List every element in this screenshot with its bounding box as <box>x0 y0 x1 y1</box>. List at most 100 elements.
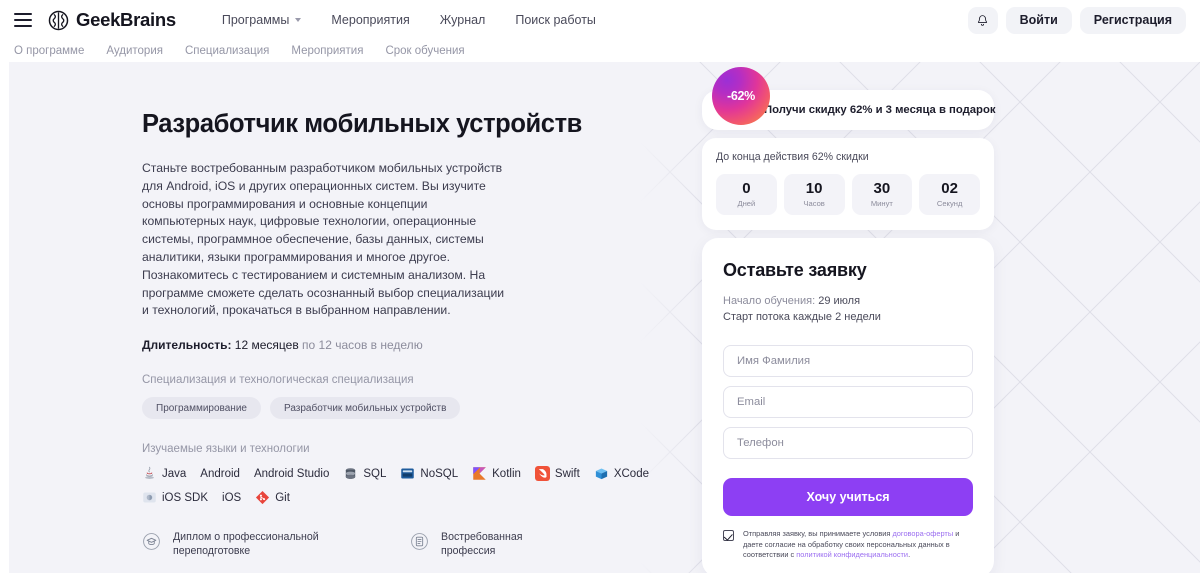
duration-extra: по 12 часов в неделю <box>302 338 423 353</box>
tech-label: Android Studio <box>253 467 330 480</box>
tech-nosql: NoSQL <box>400 466 458 481</box>
swift-icon <box>534 466 550 482</box>
header-top-bar: GeekBrains Программы Мероприятия Журнал … <box>0 0 1200 40</box>
main-navigation: Программы Мероприятия Журнал Поиск работ… <box>222 13 596 27</box>
nav-item-journal[interactable]: Журнал <box>440 13 486 27</box>
java-icon <box>145 466 154 480</box>
program-benefits: Диплом о профессиональной переподготовке… <box>142 531 700 573</box>
chip-mobile-developer[interactable]: Разработчик мобильных устройств <box>269 397 461 420</box>
submit-button[interactable]: Хочу учиться <box>723 478 973 516</box>
benefit-text: Диплом о профессиональной переподготовке <box>173 531 319 558</box>
form-subtitle: Начало обучения: 29 июля Старт потока ка… <box>723 293 973 325</box>
countdown-unit: Секунд <box>936 199 963 208</box>
offer-agreement-link[interactable]: договора-оферты <box>892 529 953 538</box>
geekbrains-brain-icon <box>48 10 69 30</box>
specialization-label: Специализация и технологическая специали… <box>142 374 414 387</box>
tech-android-studio: Android Studio <box>254 468 329 480</box>
tech-label: XCode <box>613 467 649 480</box>
consent-checkbox[interactable] <box>723 530 734 541</box>
consent-text: Отправляя заявку, вы принимаете условия … <box>743 529 973 561</box>
nav-item-events[interactable]: Мероприятия <box>331 13 409 27</box>
benefit-line-2: переподготовке <box>173 544 251 557</box>
technologies-row-1: Java Android Android Studio SQL NoSQL Ko… <box>142 466 700 482</box>
start-date-value: 29 июля <box>818 295 861 307</box>
subnav-item-duration[interactable]: Срок обучения <box>385 45 464 57</box>
tech-label: NoSQL <box>420 467 459 480</box>
discount-badge: -62% <box>712 67 770 125</box>
countdown-cells: 0 Дней 10 Часов 30 Минут 02 Секунд <box>716 174 980 215</box>
consent-row: Отправляя заявку, вы принимаете условия … <box>723 529 973 561</box>
nav-item-label: Мероприятия <box>331 13 410 27</box>
email-input[interactable] <box>723 386 973 418</box>
benefit-line-2: профессия <box>441 544 496 557</box>
duration-line: Длительность: 12 месяцев по 12 часов в н… <box>142 338 700 352</box>
nav-item-label: Программы <box>221 13 290 27</box>
consent-part-1: Отправляя заявку, вы принимаете условия <box>743 529 893 538</box>
phone-input[interactable] <box>723 427 973 459</box>
notifications-button[interactable] <box>967 6 998 34</box>
hamburger-icon[interactable] <box>14 13 32 27</box>
register-button[interactable]: Регистрация <box>1079 6 1186 34</box>
hero-section: Разработчик мобильных устройств Станьте … <box>0 62 1200 573</box>
countdown-value: 10 <box>805 180 823 197</box>
promo-text: Получи скидку 62% и 3 месяца в подарок <box>764 104 996 116</box>
privacy-policy-link[interactable]: политикой конфиденциальности <box>796 550 908 559</box>
specialization-chips: Программирование Разработчик мобильных у… <box>142 397 700 420</box>
stream-info: Старт потока каждые 2 недели <box>723 311 881 323</box>
countdown-unit: Минут <box>870 199 893 208</box>
sql-icon <box>346 468 356 479</box>
countdown-title: До конца действия 62% скидки <box>716 151 869 163</box>
tech-sql: SQL <box>343 466 386 481</box>
diploma-icon <box>143 533 160 551</box>
subnav-item-events[interactable]: Мероприятия <box>291 45 363 57</box>
login-button[interactable]: Войти <box>1005 6 1072 34</box>
duration-value: 12 месяцев <box>234 338 299 353</box>
countdown-unit: Дней <box>737 199 756 208</box>
tech-ios: iOS <box>222 492 241 504</box>
specialization-block: Специализация и технологическая специали… <box>142 374 700 420</box>
technologies-row-2: iOS SDK iOS Git <box>142 490 700 505</box>
nav-item-programs[interactable]: Программы <box>222 13 302 27</box>
countdown-value: 30 <box>873 180 891 197</box>
countdown-hours: 10 Часов <box>783 174 845 215</box>
tech-kotlin: Kotlin <box>472 466 521 481</box>
subnav-item-specialization[interactable]: Специализация <box>185 45 269 57</box>
tech-java: Java <box>142 466 186 481</box>
name-input[interactable] <box>723 345 973 377</box>
tech-label: Git <box>275 491 290 504</box>
tech-label: Swift <box>554 467 580 480</box>
brand-logo-link[interactable]: GeekBrains <box>48 9 176 31</box>
countdown-days: 0 Дней <box>716 174 777 215</box>
countdown-value: 0 <box>742 180 751 197</box>
benefit-line-1: Диплом о профессиональной <box>173 531 319 544</box>
tech-label: iOS SDK <box>162 491 209 504</box>
ios-sdk-icon <box>143 492 156 503</box>
chip-programming[interactable]: Программирование <box>142 397 261 420</box>
promo-banner[interactable]: -62% Получи скидку 62% и 3 месяца в пода… <box>702 67 996 130</box>
document-icon <box>411 533 428 551</box>
countdown-minutes: 30 Минут <box>851 174 913 215</box>
countdown-seconds: 02 Секунд <box>919 174 980 215</box>
duration-label: Длительность: <box>142 338 232 353</box>
subnav-item-about[interactable]: О программе <box>14 45 84 57</box>
nav-item-job-search[interactable]: Поиск работы <box>515 13 596 27</box>
benefit-text: Востребованная профессия <box>441 531 522 558</box>
program-description: Станьте востребованным разработчиком моб… <box>142 161 505 318</box>
tech-android: Android <box>200 468 240 480</box>
consent-part-3: . <box>908 550 911 560</box>
nav-item-label: Поиск работы <box>515 13 596 27</box>
hero-left-column: Разработчик мобильных устройств Станьте … <box>0 62 700 573</box>
application-form-card: Оставьте заявку Начало обучения: 29 июля… <box>702 238 994 573</box>
start-date-label: Начало обучения: <box>723 295 816 307</box>
technologies-label: Изучаемые языки и технологии <box>142 443 310 456</box>
tech-label: Android <box>200 467 240 480</box>
nosql-icon <box>401 468 415 479</box>
bell-icon <box>978 14 988 26</box>
git-icon <box>256 491 270 505</box>
subnav-item-audience[interactable]: Аудитория <box>106 45 163 57</box>
section-subnav: О программе Аудитория Специализация Меро… <box>0 40 1200 62</box>
countdown-unit: Часов <box>803 199 825 208</box>
header-actions: Войти Регистрация <box>967 6 1186 34</box>
tech-label: iOS <box>222 491 242 504</box>
form-title: Оставьте заявку <box>723 260 867 280</box>
